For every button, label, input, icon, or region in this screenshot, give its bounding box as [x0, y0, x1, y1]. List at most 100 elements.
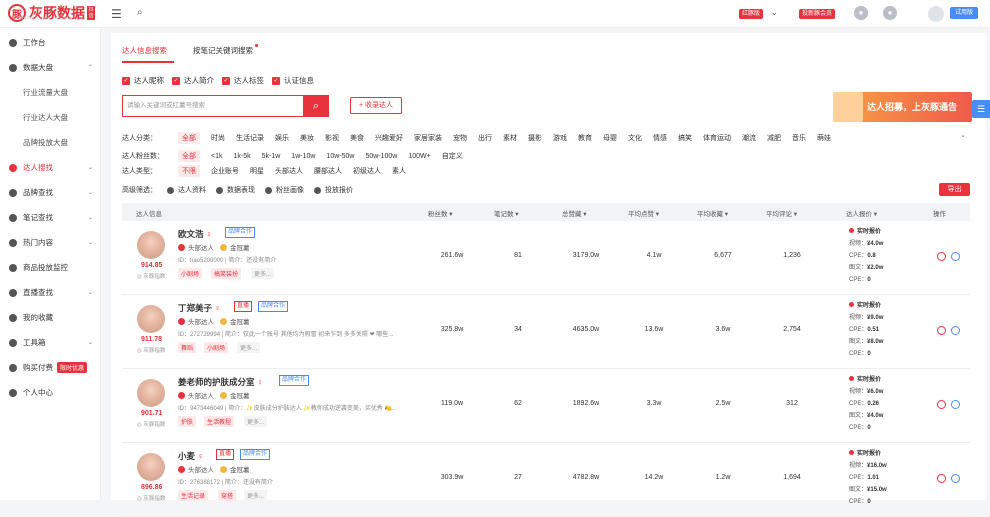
content-tag[interactable]: 穿搭 [218, 490, 237, 501]
filter-option[interactable]: 游戏 [553, 133, 567, 143]
content-tag[interactable]: 更多... [244, 490, 268, 501]
detail-icon[interactable] [951, 326, 960, 335]
checkbox-nickname[interactable]: ✓ 达人昵称 [122, 75, 164, 86]
content-tag[interactable]: 更多... [237, 342, 261, 353]
sidebar-item-industry-influencer[interactable]: 行业达人大盘 [0, 105, 101, 130]
table-row[interactable]: 901.71 ◎ 灰豚指数 姜老师的护肤成分室 ♀ 品牌合作 头部达人 金冠薯 ID：947… [122, 370, 970, 443]
promo-button[interactable]: 投新豚会员 [799, 9, 836, 19]
vip-badge[interactable]: 红豚版 [739, 9, 764, 19]
sidebar-item-workbench[interactable]: 工作台 [0, 30, 101, 55]
sidebar-item-industry-traffic[interactable]: 行业流量大盘 [0, 80, 101, 105]
detail-icon[interactable] [951, 474, 960, 483]
detail-icon[interactable] [951, 252, 960, 261]
filter-option[interactable]: 5k-1w [262, 153, 281, 160]
column-header-sortable[interactable]: 平均收藏 ▾ [697, 208, 728, 218]
filter-option[interactable]: 影视 [325, 133, 339, 143]
column-header-sortable[interactable]: 总赞藏 ▾ [562, 208, 587, 218]
filter-option[interactable]: 娱乐 [275, 133, 289, 143]
filter-option[interactable]: 文化 [628, 133, 642, 143]
influencer-name[interactable]: 姜老师的护肤成分室 ♀ [178, 376, 263, 388]
filter-option[interactable]: 家居家装 [414, 133, 442, 143]
filter-option[interactable]: 全部 [178, 150, 200, 162]
sidebar-item-purchase[interactable]: 购买付费 限时优惠 [0, 355, 101, 380]
sidebar-item-note-search[interactable]: 笔记查找 ⌄ [0, 205, 101, 230]
filter-option[interactable]: 素材 [503, 133, 517, 143]
filter-option[interactable]: 情感 [653, 133, 667, 143]
sidebar-item-favorites[interactable]: 我的收藏 [0, 305, 101, 330]
filter-option[interactable]: 全部 [178, 132, 200, 144]
tab-influencer-info-search[interactable]: 达人信息搜索 [122, 45, 167, 56]
column-header-sortable[interactable]: 达人报价 ▾ [846, 208, 877, 218]
column-header-sortable[interactable]: 平均点赞 ▾ [628, 208, 659, 218]
filter-option[interactable]: 潮流 [742, 133, 756, 143]
filter-option[interactable]: 教育 [578, 133, 592, 143]
collect-influencer-button[interactable]: + 收录达人 [350, 97, 402, 114]
content-tag[interactable]: 生活教程 [204, 416, 235, 427]
filter-option[interactable]: 宠物 [453, 133, 467, 143]
influencer-name[interactable]: 小麦 ♀ [178, 450, 204, 462]
filter-option[interactable]: 100W+ [408, 153, 430, 160]
filter-option[interactable]: 初级达人 [353, 166, 381, 176]
advanced-item-performance[interactable]: 数据表现 [216, 185, 255, 195]
favorite-icon[interactable] [937, 252, 946, 261]
filter-option[interactable]: 10w-50w [326, 153, 354, 160]
content-tag[interactable]: 生活记录 [178, 490, 209, 501]
search-input[interactable]: 请输入关键词或红薯号搜索 [122, 95, 303, 117]
filter-option[interactable]: 头部达人 [275, 166, 303, 176]
export-button[interactable]: 导出 [939, 183, 970, 196]
filter-option[interactable]: 生活记录 [236, 133, 264, 143]
column-header-sortable[interactable]: 笔记数 ▾ [494, 208, 519, 218]
detail-icon[interactable] [951, 400, 960, 409]
table-row[interactable]: 914.85 ◎ 灰豚指数 欧文浩 ♀ 品牌合作 头部达人 金冠薯 ID：hao520000… [122, 222, 970, 295]
content-tag[interactable]: 舞蹈 [178, 342, 197, 353]
sidebar-item-toolbox[interactable]: 工具箱 ⌄ [0, 330, 101, 355]
filter-option[interactable]: 音乐 [792, 133, 806, 143]
filter-option[interactable]: 母婴 [603, 133, 617, 143]
filter-option[interactable]: 出行 [478, 133, 492, 143]
filter-option[interactable]: 美妆 [300, 133, 314, 143]
filter-option[interactable]: 美食 [350, 133, 364, 143]
content-tag[interactable]: 小剧场 [178, 268, 203, 279]
sidebar-item-profile[interactable]: 个人中心 [0, 380, 101, 405]
favorite-icon[interactable] [937, 326, 946, 335]
expand-chevron-icon[interactable]: ⌄ [960, 131, 966, 139]
sidebar-item-dashboard[interactable]: 数据大盘 ⌃ [0, 55, 101, 80]
sidebar-item-brand-placement[interactable]: 品牌投放大盘 [0, 130, 101, 155]
filter-option[interactable]: 企业账号 [211, 166, 239, 176]
avatar[interactable] [137, 379, 165, 407]
checkbox-tags[interactable]: ✓ 达人标签 [222, 75, 264, 86]
search-button[interactable]: ⌕ [303, 95, 329, 117]
influencer-name[interactable]: 丁郑美子 ♀ [178, 302, 221, 314]
favorite-icon[interactable] [937, 400, 946, 409]
advanced-item-profile[interactable]: 达人资料 [167, 185, 206, 195]
sidebar-item-product-monitor[interactable]: 商品投放监控 [0, 255, 101, 280]
table-row[interactable]: 896.86 ◎ 灰豚指数 小麦 ♀ 直播 品牌合作 头部达人 金冠薯 ID：27638817… [122, 444, 970, 517]
filter-option[interactable]: 萌娃 [817, 133, 831, 143]
content-tag[interactable]: 护肤 [178, 416, 197, 427]
filter-option[interactable]: 减肥 [767, 133, 781, 143]
avatar[interactable] [137, 453, 165, 481]
checkbox-bio[interactable]: ✓ 达人简介 [172, 75, 214, 86]
content-tag[interactable]: 更多... [244, 416, 268, 427]
sidebar-item-brand-search[interactable]: 品牌查找 ⌄ [0, 180, 101, 205]
trial-button[interactable]: 试用版 [950, 7, 979, 19]
avatar[interactable] [137, 305, 165, 333]
filter-option[interactable]: 时尚 [211, 133, 225, 143]
avatar[interactable] [928, 6, 944, 22]
column-header-sortable[interactable]: 平均评论 ▾ [766, 208, 797, 218]
recruit-banner[interactable]: 达人招募，上灰豚通告 [833, 92, 972, 122]
filter-option[interactable]: <1k [211, 153, 222, 160]
filter-option[interactable]: 明星 [250, 166, 264, 176]
filter-option[interactable]: 体育运动 [703, 133, 731, 143]
filter-option[interactable]: 1w-10w [291, 153, 315, 160]
sidebar-item-live-search[interactable]: 直播查找 ⌄ [0, 280, 101, 305]
influencer-name[interactable]: 欧文浩 ♀ [178, 228, 212, 240]
filter-option[interactable]: 1k-5k [233, 153, 250, 160]
column-header-sortable[interactable]: 粉丝数 ▾ [428, 208, 453, 218]
filter-option[interactable]: 腰部达人 [314, 166, 342, 176]
user-icon[interactable]: ● [854, 6, 868, 20]
avatar[interactable] [137, 231, 165, 259]
filter-option[interactable]: 不限 [178, 165, 200, 177]
sidebar-item-influencer-search[interactable]: 达人搜找 ⌄ [0, 155, 101, 180]
tab-note-keyword-search[interactable]: 按笔记关键词搜索 [193, 45, 253, 56]
